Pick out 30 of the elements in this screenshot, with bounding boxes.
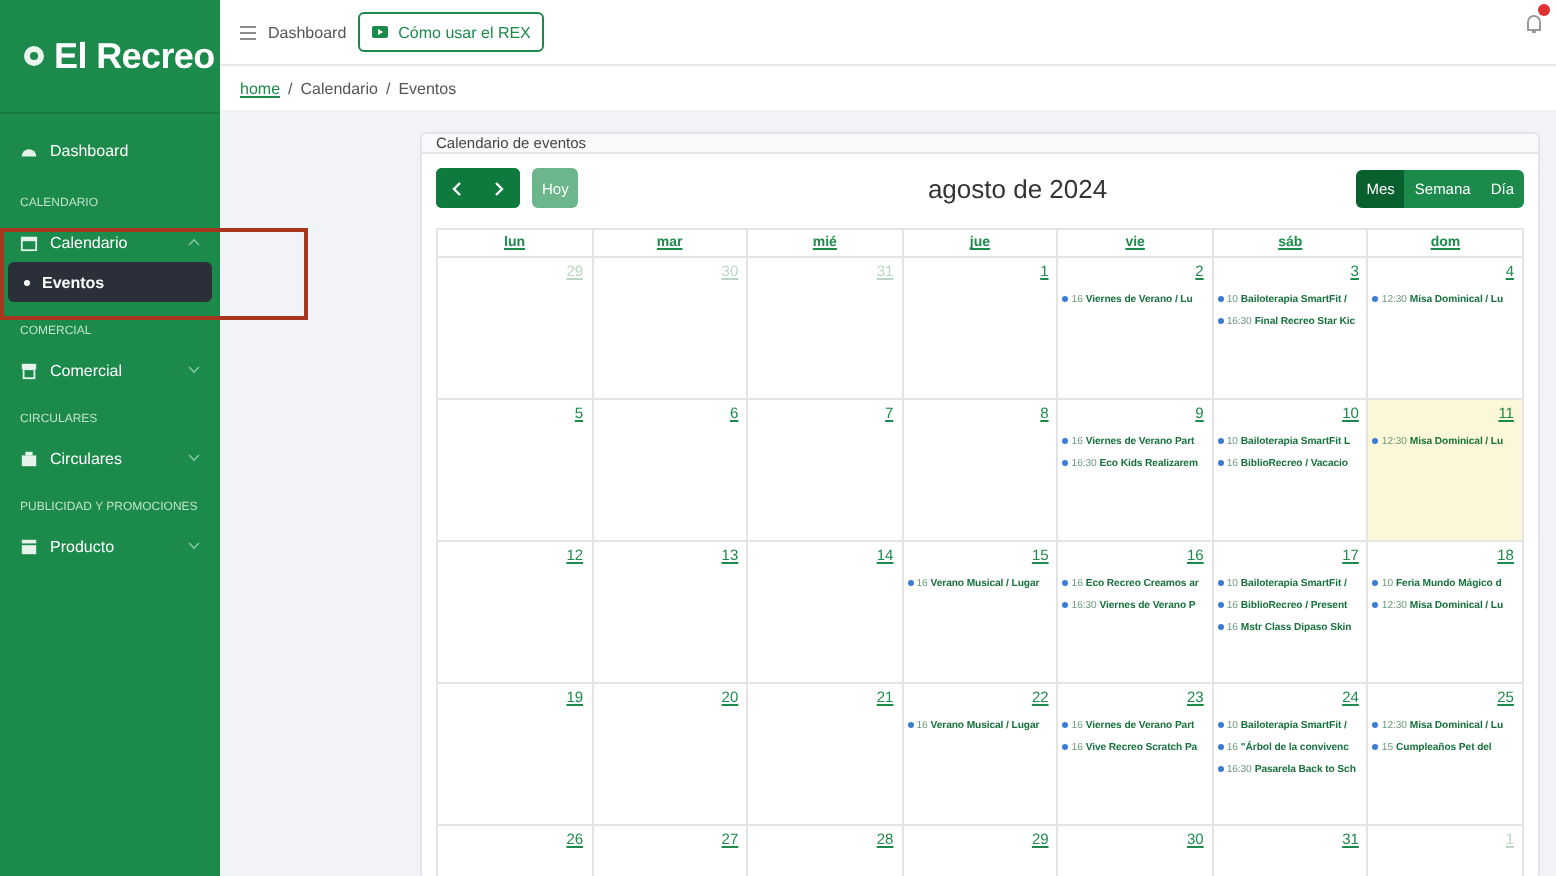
breadcrumb-separator: / (385, 79, 391, 97)
breadcrumb-item: Calendario (300, 79, 378, 97)
nav-subitem[interactable]: Eventos (8, 262, 212, 302)
nav-item[interactable]: Comercial (0, 350, 220, 390)
help-video-button[interactable]: Cómo usar el REX (358, 12, 545, 52)
logo-icon (22, 44, 46, 68)
chevron-icon (188, 542, 200, 550)
chevron-right-icon (494, 181, 504, 195)
notification-bell-icon[interactable] (1524, 10, 1544, 38)
building-icon (20, 449, 38, 467)
page-title: Dashboard (268, 23, 347, 41)
shop-icon (20, 537, 38, 555)
chevron-left-icon (452, 181, 462, 195)
video-icon (372, 26, 389, 38)
chevron-icon (188, 454, 200, 462)
menu-icon[interactable] (240, 25, 256, 39)
month-title: agosto de 2024 (925, 173, 1110, 203)
store-icon (20, 361, 38, 379)
breadcrumb-separator: / (288, 79, 293, 97)
calendar-icon (20, 233, 38, 251)
nav-item[interactable]: Producto (0, 526, 220, 566)
bullet-icon (24, 279, 30, 285)
logo-text: El Recreo (54, 35, 215, 77)
nav-item[interactable]: Circulares (0, 438, 220, 478)
chevron-icon (188, 238, 200, 246)
breadcrumb-item: Eventos (398, 79, 457, 97)
nav-item[interactable]: Dashboard (0, 130, 220, 170)
breadcrumb-link[interactable]: home (240, 79, 281, 97)
nav-item[interactable]: Calendario (0, 222, 220, 262)
chevron-icon (188, 366, 200, 374)
